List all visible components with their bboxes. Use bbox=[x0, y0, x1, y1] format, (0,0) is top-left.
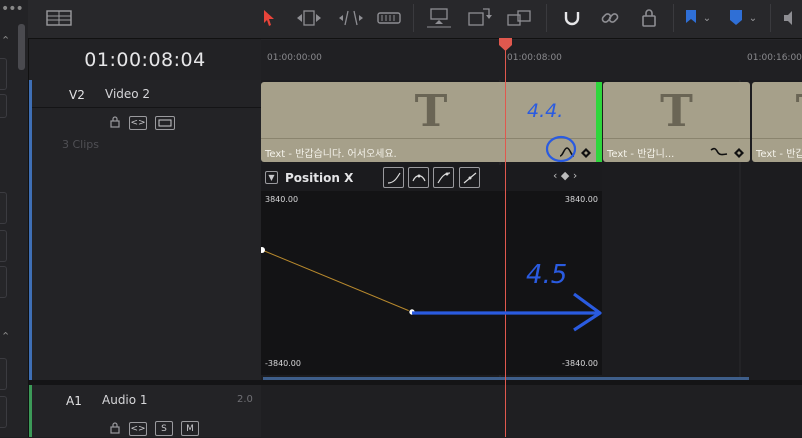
strip-button-2[interactable] bbox=[0, 94, 7, 118]
mute-button[interactable]: M bbox=[181, 421, 199, 436]
track-id: V2 bbox=[69, 88, 85, 102]
track-name[interactable]: Video 2 bbox=[105, 87, 150, 101]
annotation-text: 4.5 bbox=[526, 260, 568, 290]
current-timecode[interactable]: 01:00:08:04 bbox=[29, 49, 261, 71]
annotation-text: 4.4. bbox=[527, 100, 564, 122]
track-controls: <> bbox=[109, 113, 175, 132]
chevron-down-icon[interactable]: ⌄ bbox=[700, 6, 714, 30]
snapping-icon[interactable] bbox=[561, 6, 583, 30]
overwrite-icon[interactable] bbox=[464, 6, 494, 30]
vertical-scrollbar[interactable] bbox=[18, 24, 25, 70]
toolbar-separator bbox=[673, 4, 674, 32]
track-accent-bar bbox=[29, 80, 32, 380]
collapse-up-icon[interactable]: ⌃ bbox=[1, 35, 11, 46]
strip-button-1[interactable] bbox=[0, 58, 7, 90]
clip-label: Text - 반갑 bbox=[756, 149, 802, 160]
select-pointer-icon[interactable] bbox=[258, 6, 280, 30]
solo-button[interactable]: S bbox=[155, 421, 173, 436]
auto-select-icon[interactable]: <> bbox=[129, 421, 147, 436]
strip-button-5[interactable] bbox=[0, 266, 7, 298]
track-id: A1 bbox=[66, 394, 82, 408]
toolbar-separator bbox=[546, 4, 547, 32]
ruler-ticks bbox=[261, 39, 802, 40]
more-options-icon[interactable]: ••• bbox=[1, 2, 24, 16]
strip-button-7[interactable] bbox=[0, 396, 7, 428]
trim-icon[interactable] bbox=[294, 6, 324, 30]
flag-icon[interactable] bbox=[683, 6, 699, 30]
link-icon[interactable] bbox=[599, 6, 621, 30]
toolbar-separator bbox=[413, 4, 414, 32]
clip-label: Text - 반갑습니다. 어서오세요. bbox=[265, 149, 397, 160]
clip-icons bbox=[710, 143, 744, 162]
track-controls: <> S M bbox=[109, 419, 199, 438]
annotation-circle bbox=[545, 135, 577, 163]
keyframe-icon[interactable] bbox=[581, 143, 591, 162]
track-name-row: V2 Video 2 bbox=[32, 80, 261, 108]
annotation-arrow bbox=[412, 292, 602, 332]
timecode-panel: 01:00:08:04 bbox=[29, 39, 261, 81]
lock-icon[interactable] bbox=[109, 419, 121, 438]
clip-label: Text - 반갑니... bbox=[607, 149, 675, 160]
clip-selection-edge bbox=[596, 82, 602, 162]
chevron-down-icon[interactable]: ⌄ bbox=[746, 6, 760, 30]
audio-level-value: 2.0 bbox=[237, 394, 253, 405]
track-header-v2[interactable]: V2 Video 2 <> 3 Clips bbox=[29, 80, 261, 380]
clip-label-bar: Text - 반갑 bbox=[752, 138, 802, 162]
lock-icon[interactable] bbox=[109, 113, 121, 132]
auto-select-icon[interactable]: <> bbox=[129, 115, 147, 130]
clips-count: 3 Clips bbox=[62, 138, 100, 151]
menu-grid-icon[interactable] bbox=[45, 6, 73, 30]
strip-button-4[interactable] bbox=[0, 230, 7, 262]
dynamic-trim-icon[interactable] bbox=[336, 6, 366, 30]
position-curve bbox=[261, 249, 413, 313]
keyframe-icon[interactable] bbox=[734, 143, 744, 162]
blade-icon[interactable] bbox=[375, 6, 403, 30]
track-name[interactable]: Audio 1 bbox=[102, 393, 148, 407]
marker-icon[interactable] bbox=[728, 6, 744, 30]
collapse-up-icon[interactable]: ⌃ bbox=[1, 331, 11, 342]
timeline-ruler[interactable]: 01:00:00:00 01:00:08:00 01:00:16:00 bbox=[261, 39, 802, 81]
keyframe-point bbox=[261, 247, 265, 253]
track-monitor-icon[interactable] bbox=[155, 115, 175, 130]
playhead-handle[interactable] bbox=[498, 38, 513, 52]
lock-icon[interactable] bbox=[638, 6, 660, 30]
text-clip[interactable]: T Text - 반갑니... bbox=[603, 82, 750, 162]
left-tool-strip: ••• ⌃ ⌃ bbox=[0, 0, 29, 437]
text-clip-glyph: T bbox=[752, 86, 802, 137]
track-accent-bar bbox=[29, 385, 32, 437]
scroll-range-indicator[interactable] bbox=[263, 377, 749, 380]
replace-icon[interactable] bbox=[504, 6, 534, 30]
curve-icon[interactable] bbox=[710, 143, 728, 162]
strip-button-6[interactable] bbox=[0, 358, 7, 390]
insert-icon[interactable] bbox=[424, 6, 454, 30]
audio-track-lane[interactable] bbox=[261, 385, 802, 437]
clip-label-bar: Text - 반갑니... bbox=[603, 138, 750, 162]
audio-level-icon[interactable] bbox=[780, 6, 798, 30]
strip-button-3[interactable] bbox=[0, 192, 7, 224]
text-clip[interactable]: T Text - 반갑 bbox=[752, 82, 802, 162]
timeline-toolbar: ⌄ ⌄ bbox=[28, 0, 802, 39]
text-clip-glyph: T bbox=[660, 86, 693, 137]
track-header-a1[interactable]: A1 Audio 1 2.0 <> S M bbox=[29, 385, 261, 437]
toolbar-separator bbox=[770, 4, 771, 32]
playhead-line[interactable] bbox=[505, 44, 506, 437]
